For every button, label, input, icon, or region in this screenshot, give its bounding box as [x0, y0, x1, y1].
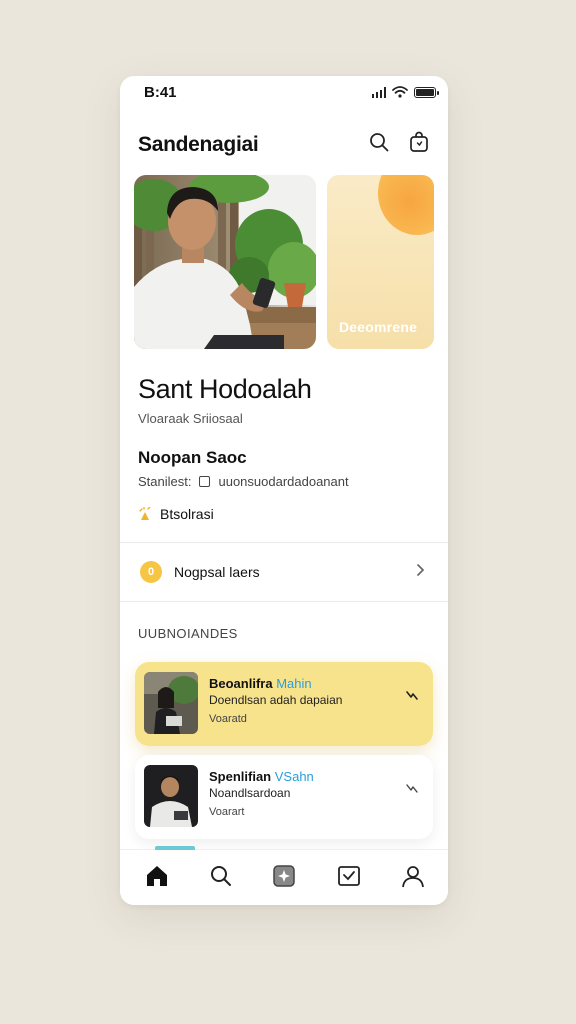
phone-screen: B:41 Sandenagiai Deeomrene Sant Hodoalah…: [120, 76, 448, 905]
home-icon[interactable]: [144, 863, 170, 889]
promo-card-label: Deeomrene: [339, 319, 418, 335]
profile-subtitle: Vloaraak Sriiosaal: [138, 411, 243, 426]
trend-icon[interactable]: [405, 688, 419, 702]
profile-icon[interactable]: [400, 863, 426, 889]
link-row[interactable]: 0 Nogpsal laers: [120, 543, 448, 601]
signal-icon: [371, 86, 386, 98]
inbox-icon[interactable]: [336, 863, 362, 889]
search-icon[interactable]: [368, 131, 390, 153]
divider: [120, 601, 448, 602]
list-heading: UUBNOIANDES: [138, 626, 238, 641]
explore-icon[interactable]: [208, 863, 234, 889]
details-title: Noopan Saoc: [138, 448, 247, 467]
app-title: Sandenagiai: [138, 133, 259, 156]
list-item-title: Spenlifian VSahn: [209, 769, 314, 784]
details-tag[interactable]: Btsolrasi: [138, 506, 214, 522]
list-item-description: Doendlsan adah dapaian: [209, 693, 343, 707]
list-item[interactable]: Beoanlifra Mahin Doendlsan adah dapaian …: [135, 662, 433, 746]
bottom-nav: [120, 846, 448, 905]
battery-icon: [414, 86, 439, 98]
list-item-description: Noandlsardoan: [209, 786, 291, 800]
list-item-meta: Voaratd: [209, 713, 247, 725]
man-with-phone-illustration: [134, 175, 316, 349]
hero-photo[interactable]: [134, 175, 316, 349]
calendar-icon: [199, 476, 211, 487]
sun-blob-decoration: [378, 175, 434, 235]
details-meta-prefix: Stanilest:: [138, 474, 192, 489]
list-item-thumbnail: [144, 672, 198, 734]
wifi-icon: [392, 86, 408, 98]
details-tag-label: Btsolrasi: [160, 506, 214, 522]
coin-badge: 0: [140, 561, 162, 583]
details-meta-value: uuonsuodardadoanant: [218, 474, 349, 489]
list-item-title: Beoanlifra Mahin: [209, 676, 312, 691]
bag-icon[interactable]: [408, 131, 430, 153]
status-bar: B:41: [120, 76, 448, 110]
hero-promo-card[interactable]: Deeomrene: [327, 175, 434, 349]
sparkle-icon: [139, 507, 151, 520]
status-icons: [371, 86, 439, 98]
profile-name: Sant Hodoalah: [138, 374, 312, 404]
status-time: B:41: [144, 84, 177, 101]
list-item[interactable]: Spenlifian VSahn Noandlsardoan Voarart: [135, 755, 433, 839]
header-actions: [368, 131, 430, 153]
details-meta-row: Stanilest: uuonsuodardadoanant: [138, 474, 349, 489]
next-item-peek: [155, 846, 195, 850]
link-row-label: Nogpsal laers: [174, 564, 260, 580]
chevron-right-icon: [417, 564, 425, 576]
trend-icon[interactable]: [405, 781, 419, 795]
list-item-meta: Voarart: [209, 806, 245, 818]
list-item-thumbnail: [144, 765, 198, 827]
hero-carousel: Deeomrene: [134, 175, 434, 349]
sparkle-icon[interactable]: [271, 863, 297, 889]
